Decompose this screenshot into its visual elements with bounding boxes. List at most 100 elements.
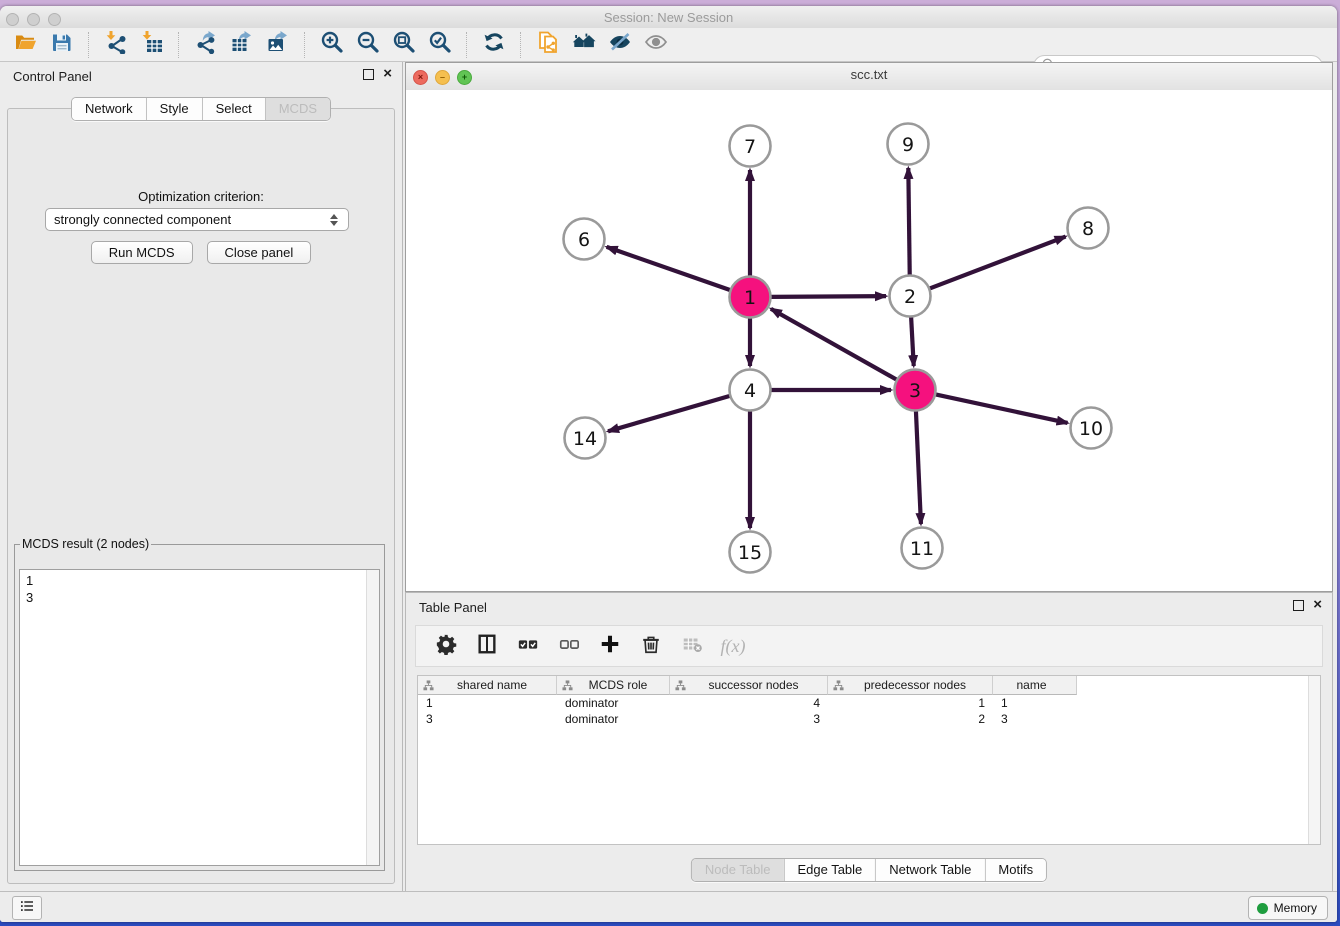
node-9[interactable]: 9 (888, 124, 929, 165)
edge-2-8[interactable] (929, 237, 1065, 289)
edge-2-9[interactable] (908, 168, 909, 276)
close-panel-button[interactable]: Close panel (207, 241, 312, 264)
node-table[interactable]: shared name MCDS rolesuccessor nodes prede… (417, 675, 1321, 845)
import-table-button[interactable] (134, 30, 170, 60)
node-7[interactable]: 7 (730, 126, 771, 167)
table-tab-edge-table[interactable]: Edge Table (783, 859, 875, 881)
memory-button[interactable]: Memory (1248, 896, 1328, 920)
network-canvas[interactable]: 7 9 6 8 1 2 4 3 14 10 15 11 (406, 90, 1332, 591)
edge-3-11[interactable] (916, 410, 921, 524)
tab-mcds[interactable]: MCDS (265, 98, 330, 120)
close-panel-icon[interactable]: × (383, 68, 392, 80)
zoom-selected-button[interactable] (422, 30, 458, 60)
table-cell[interactable]: 1 (418, 696, 557, 710)
node-11[interactable]: 11 (902, 528, 943, 569)
function-button[interactable]: f(x) (720, 633, 746, 659)
svg-text:3: 3 (909, 380, 921, 402)
float-table-panel-icon[interactable] (1293, 600, 1304, 611)
table-tab-motifs[interactable]: Motifs (984, 859, 1046, 881)
node-2[interactable]: 2 (890, 276, 931, 317)
home-button[interactable] (566, 30, 602, 60)
show-details-button[interactable] (638, 30, 674, 60)
deselect-all-icon (558, 633, 580, 660)
close-table-panel-icon[interactable]: × (1313, 599, 1322, 611)
criterion-select[interactable]: strongly connected component (45, 208, 349, 231)
node-10[interactable]: 10 (1071, 408, 1112, 449)
zoom-in-button[interactable] (314, 30, 350, 60)
table-cell[interactable]: 4 (670, 696, 828, 710)
svg-text:11: 11 (910, 538, 934, 560)
edge-3-10[interactable] (935, 394, 1068, 423)
table-cell[interactable]: 3 (418, 712, 557, 726)
select-all-button[interactable] (515, 633, 541, 659)
save-session-button[interactable] (44, 30, 80, 60)
delete-column-button[interactable] (638, 633, 664, 659)
node-1[interactable]: 1 (730, 277, 771, 318)
hierarchy-icon (562, 680, 573, 691)
table-tab-network-table[interactable]: Network Table (875, 859, 984, 881)
tab-style[interactable]: Style (146, 98, 202, 120)
table-cell[interactable]: 3 (670, 712, 828, 726)
gear-button[interactable] (433, 633, 459, 659)
table-tab-node-table[interactable]: Node Table (692, 859, 784, 881)
select-arrows-icon (330, 214, 338, 226)
split-columns-button[interactable] (474, 633, 500, 659)
node-15[interactable]: 15 (730, 532, 771, 573)
node-14[interactable]: 14 (565, 418, 606, 459)
zoom-fit-icon (392, 30, 416, 59)
edge-1-6[interactable] (607, 247, 731, 290)
column-header-label: predecessor nodes (844, 678, 992, 692)
clone-network-button[interactable] (530, 30, 566, 60)
delete-table-button[interactable] (679, 633, 705, 659)
zoom-fit-button[interactable] (386, 30, 422, 60)
export-table-button[interactable] (224, 30, 260, 60)
table-cell[interactable]: 1 (828, 696, 993, 710)
table-cell[interactable]: 3 (993, 712, 1077, 726)
column-header-name[interactable]: name (993, 676, 1077, 695)
zoom-out-button[interactable] (350, 30, 386, 60)
task-history-button[interactable] (12, 896, 42, 920)
float-panel-icon[interactable] (363, 69, 374, 80)
deselect-all-button[interactable] (556, 633, 582, 659)
mcds-result-area[interactable]: 13 (19, 569, 380, 866)
export-network-button[interactable] (188, 30, 224, 60)
toolbar-separator (466, 32, 468, 58)
tab-network[interactable]: Network (72, 98, 146, 120)
control-panel-title: Control Panel (13, 69, 92, 84)
export-image-button[interactable] (260, 30, 296, 60)
refresh-button[interactable] (476, 30, 512, 60)
home-icon (572, 30, 596, 59)
column-header-predecessor-nodes[interactable]: predecessor nodes (828, 676, 993, 695)
column-header-successor-nodes[interactable]: successor nodes (670, 676, 828, 695)
table-row[interactable]: 1dominator411 (418, 695, 1320, 711)
table-cell[interactable]: 1 (993, 696, 1077, 710)
edge-3-1[interactable] (771, 309, 897, 380)
memory-label: Memory (1274, 901, 1317, 915)
node-3[interactable]: 3 (895, 370, 936, 411)
run-mcds-button[interactable]: Run MCDS (91, 241, 193, 264)
table-row[interactable]: 3dominator323 (418, 711, 1320, 727)
add-column-icon (599, 633, 621, 660)
toolbar-separator (88, 32, 90, 58)
control-panel-header: Control Panel × (0, 62, 402, 90)
column-header-shared-name[interactable]: shared name (418, 676, 557, 695)
column-header-label: MCDS role (573, 678, 669, 692)
node-6[interactable]: 6 (564, 219, 605, 260)
table-cell[interactable]: 2 (828, 712, 993, 726)
import-network-button[interactable] (98, 30, 134, 60)
add-column-button[interactable] (597, 633, 623, 659)
edge-4-14[interactable] (608, 396, 730, 432)
tab-select[interactable]: Select (202, 98, 265, 120)
table-cell[interactable]: dominator (557, 712, 670, 726)
table-cell[interactable]: dominator (557, 696, 670, 710)
node-4[interactable]: 4 (730, 370, 771, 411)
hide-details-button[interactable] (602, 30, 638, 60)
node-8[interactable]: 8 (1068, 208, 1109, 249)
edge-2-3[interactable] (911, 316, 914, 366)
result-scrollbar[interactable] (366, 570, 379, 865)
column-header-MCDS-role[interactable]: MCDS role (557, 676, 670, 695)
table-scrollbar[interactable] (1308, 676, 1320, 844)
app-titlebar: Session: New Session (0, 6, 1337, 29)
open-file-button[interactable] (8, 30, 44, 60)
edge-1-2[interactable] (770, 296, 886, 297)
